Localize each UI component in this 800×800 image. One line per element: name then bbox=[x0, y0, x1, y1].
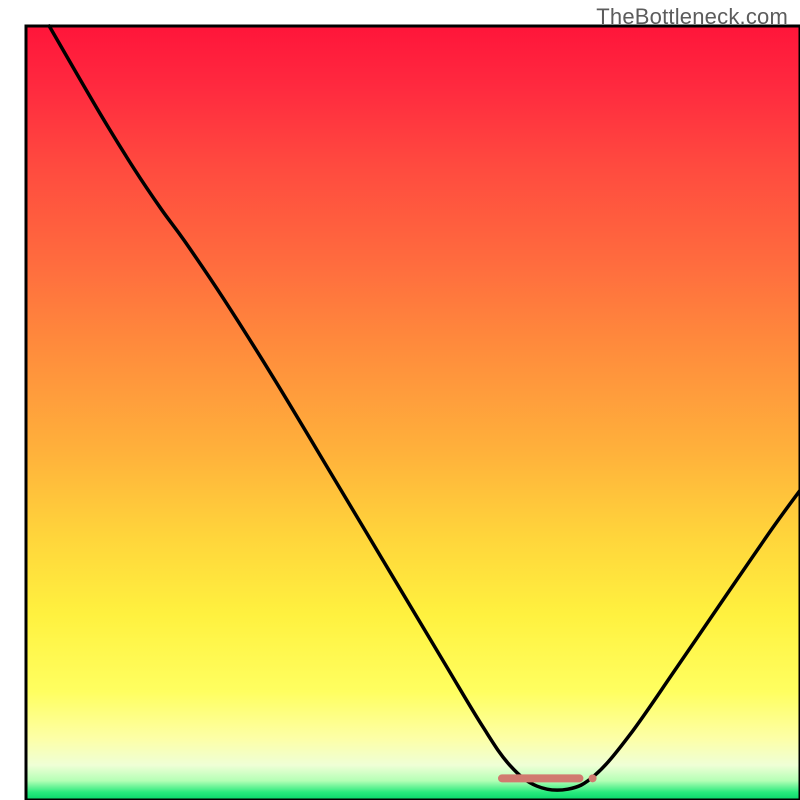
plot-area bbox=[26, 26, 800, 800]
chart-container: TheBottleneck.com bbox=[0, 0, 800, 800]
gradient-background bbox=[26, 26, 800, 800]
plot-svg bbox=[0, 0, 800, 800]
watermark-text: TheBottleneck.com bbox=[596, 4, 788, 30]
